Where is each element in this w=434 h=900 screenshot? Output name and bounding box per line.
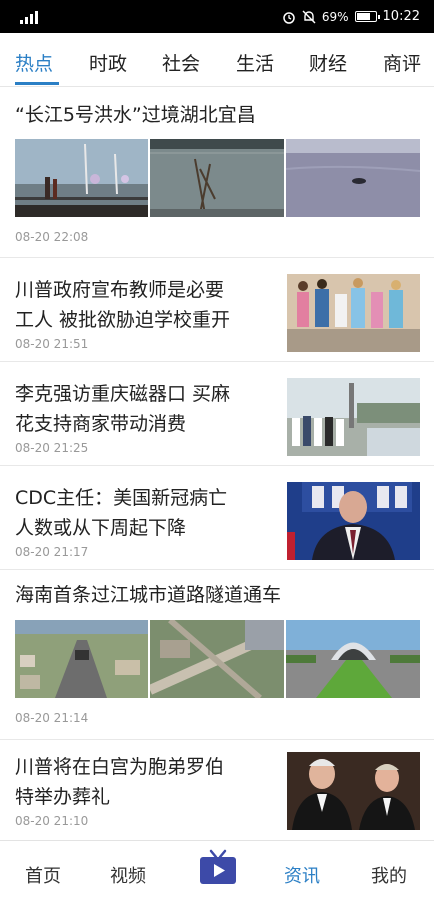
news-time: 08-20 22:08	[15, 230, 89, 244]
news-image	[287, 274, 420, 352]
tv-icon[interactable]	[199, 849, 237, 885]
news-image	[287, 482, 420, 560]
bottom-navigation: 首页 视频 资讯 我的	[0, 840, 434, 900]
news-image	[150, 139, 284, 217]
alarm-icon	[283, 11, 295, 24]
news-item[interactable]: 川普将在白宫为胞弟罗伯 特举办葬礼 08-20 21:10	[0, 740, 434, 840]
clock: 10:22	[382, 9, 420, 24]
news-title-line1: 川普政府宣布教师是必要	[15, 279, 225, 301]
news-title-line1: 川普将在白宫为胞弟罗伯	[15, 756, 225, 778]
news-title-line2: 人数或从下周起下降	[15, 517, 187, 539]
news-time: 08-20 21:14	[15, 711, 89, 725]
news-item[interactable]: 李克强访重庆磁器口 买麻 花支持商家带动消费 08-20 21:25	[0, 362, 434, 466]
nav-mine[interactable]: 我的	[371, 862, 407, 888]
news-time: 08-20 21:25	[15, 441, 89, 455]
tab-business-review[interactable]: 商评	[383, 49, 421, 76]
news-image	[287, 752, 420, 830]
news-title: 海南首条过江城市道路隧道通车	[15, 584, 282, 606]
news-image	[150, 620, 284, 698]
news-image	[15, 620, 148, 698]
news-image	[15, 139, 148, 217]
news-time: 08-20 21:17	[15, 545, 89, 559]
news-title: “长江5号洪水”过境湖北宜昌	[15, 104, 256, 126]
news-item[interactable]: 川普政府宣布教师是必要 工人 被批欲胁迫学校重开 08-20 21:51	[0, 258, 434, 362]
tab-finance[interactable]: 财经	[309, 49, 347, 76]
tab-society[interactable]: 社会	[162, 49, 200, 76]
news-image	[286, 139, 420, 217]
signal-icon	[20, 11, 38, 24]
news-image	[286, 620, 420, 698]
tab-hot[interactable]: 热点	[15, 49, 53, 76]
news-item[interactable]: “长江5号洪水”过境湖北宜昌 08-20 22:08	[0, 88, 434, 258]
news-title-line1: 李克强访重庆磁器口 买麻	[15, 383, 231, 405]
news-feed: “长江5号洪水”过境湖北宜昌 08-20 22:08 川普政府宣布教师是必要 工…	[0, 88, 434, 840]
nav-news[interactable]: 资讯	[284, 862, 320, 888]
news-title-line2: 工人 被批欲胁迫学校重开	[15, 309, 231, 331]
news-title-line2: 花支持商家带动消费	[15, 413, 187, 435]
status-bar: 69% 10:22	[0, 0, 434, 33]
active-tab-indicator	[15, 82, 59, 85]
news-item[interactable]: CDC主任：美国新冠病亡 人数或从下周起下降 08-20 21:17	[0, 466, 434, 570]
tab-politics[interactable]: 时政	[89, 49, 127, 76]
mute-icon	[302, 10, 316, 23]
news-item[interactable]: 海南首条过江城市道路隧道通车 08-20 21:14	[0, 570, 434, 740]
news-image	[287, 378, 420, 456]
tab-life[interactable]: 生活	[236, 49, 274, 76]
nav-home[interactable]: 首页	[25, 862, 61, 888]
news-time: 08-20 21:51	[15, 337, 89, 351]
news-title-line1: CDC主任：美国新冠病亡	[15, 487, 228, 509]
news-title-line2: 特举办葬礼	[15, 786, 111, 808]
news-time: 08-20 21:10	[15, 814, 89, 828]
battery-percent: 69%	[321, 9, 349, 24]
nav-video[interactable]: 视频	[110, 862, 146, 888]
battery-icon	[354, 11, 380, 22]
category-tabs: 热点 时政 社会 生活 财经 商评	[0, 33, 434, 87]
